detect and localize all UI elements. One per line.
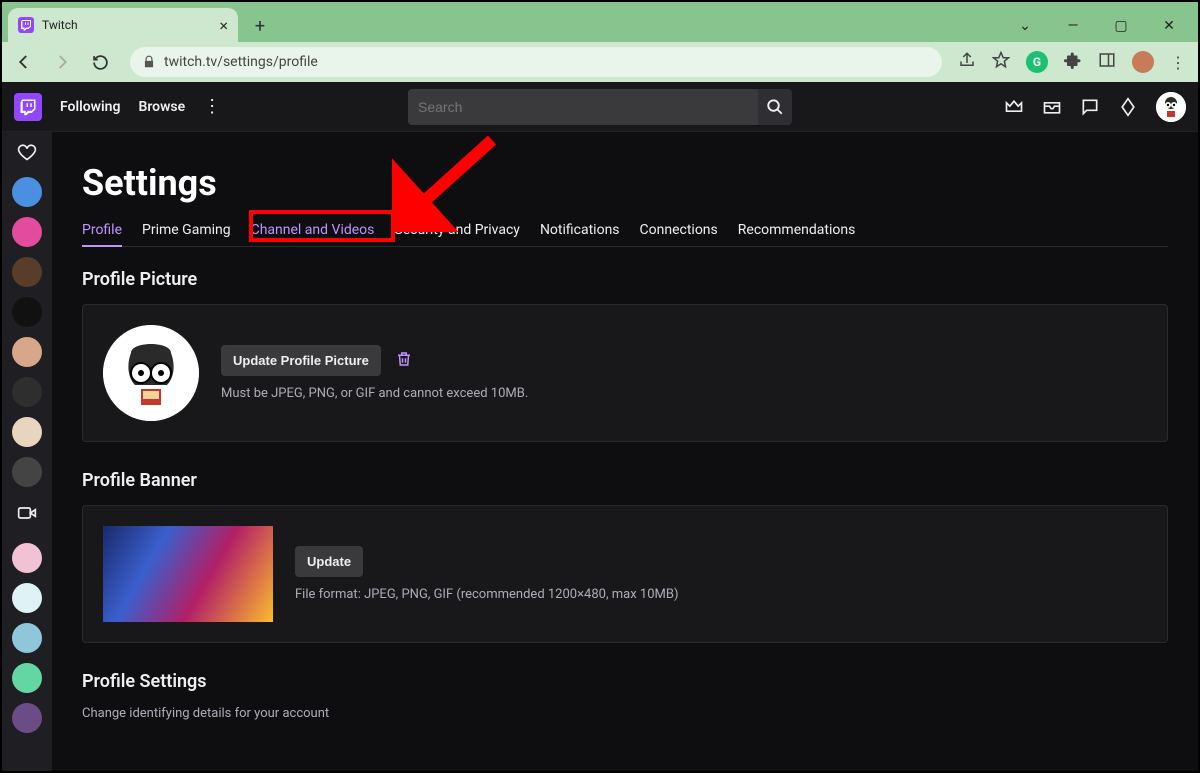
profile-picture-hint: Must be JPEG, PNG, or GIF and cannot exc…: [221, 386, 528, 401]
extensions-icon[interactable]: [1064, 51, 1082, 73]
channel-avatar[interactable]: [12, 257, 42, 287]
profile-picture-card: Update Profile Picture Must be JPEG, PNG…: [82, 304, 1168, 442]
channel-avatar[interactable]: [12, 417, 42, 447]
channel-avatar[interactable]: [12, 623, 42, 653]
minimize-icon[interactable]: —: [1060, 18, 1086, 34]
tab-prime-gaming[interactable]: Prime Gaming: [142, 222, 231, 246]
delete-picture-icon[interactable]: [395, 350, 413, 372]
share-icon[interactable]: [958, 51, 976, 73]
chevron-down-icon[interactable]: ⌄: [1012, 18, 1038, 34]
crown-icon[interactable]: [1004, 97, 1024, 117]
tab-title: Twitch: [42, 18, 78, 32]
section-profile-banner-title: Profile Banner: [82, 470, 1168, 491]
tab-profile[interactable]: Profile: [82, 222, 122, 246]
nav-following[interactable]: Following: [60, 99, 120, 115]
close-window-icon[interactable]: ✕: [1156, 18, 1182, 34]
reload-button[interactable]: [86, 48, 114, 76]
browser-tab-active[interactable]: Twitch ×: [8, 8, 238, 42]
profile-avatar-chrome[interactable]: [1132, 51, 1154, 73]
topnav-right: [1004, 92, 1186, 122]
grammarly-extension-icon[interactable]: G: [1026, 51, 1048, 73]
whispers-icon[interactable]: [1080, 97, 1100, 117]
close-tab-icon[interactable]: ×: [219, 16, 228, 35]
channel-avatar[interactable]: [12, 297, 42, 327]
chrome-menu-icon[interactable]: ⋮: [1170, 53, 1186, 72]
nav-browse[interactable]: Browse: [138, 99, 185, 115]
banner-preview: [103, 526, 273, 622]
forward-button[interactable]: [48, 48, 76, 76]
update-banner-button[interactable]: Update: [295, 546, 363, 577]
lock-icon: [142, 55, 156, 69]
browser-address-bar: twitch.tv/settings/profile G ⋮: [2, 42, 1198, 82]
url-box[interactable]: twitch.tv/settings/profile: [130, 47, 942, 77]
channel-avatar[interactable]: [12, 663, 42, 693]
channel-avatar[interactable]: [12, 543, 42, 573]
main-content: Settings Profile Prime Gaming Channel an…: [52, 132, 1198, 771]
tab-channel-and-videos[interactable]: Channel and Videos: [251, 222, 375, 246]
page-title: Settings: [82, 162, 1168, 204]
tab-recommendations[interactable]: Recommendations: [738, 222, 856, 246]
url-text: twitch.tv/settings/profile: [164, 54, 318, 70]
inbox-icon[interactable]: [1042, 97, 1062, 117]
heart-icon[interactable]: [17, 142, 37, 167]
search-input[interactable]: [408, 89, 758, 125]
nav-more-icon[interactable]: ⋮: [203, 96, 221, 117]
profile-banner-card: Update File format: JPEG, PNG, GIF (reco…: [82, 505, 1168, 643]
section-profile-picture-title: Profile Picture: [82, 269, 1168, 290]
bits-icon[interactable]: [1118, 97, 1138, 117]
channel-avatar[interactable]: [12, 217, 42, 247]
section-profile-settings-subtitle: Change identifying details for your acco…: [82, 706, 1168, 721]
browser-toolbar-right: G ⋮: [958, 51, 1190, 73]
search-wrap: [408, 89, 792, 125]
browser-chrome: Twitch × + ⌄ — ▢ ✕ twitch.tv/settings/pr…: [2, 2, 1198, 82]
channel-avatar[interactable]: [12, 377, 42, 407]
maximize-icon[interactable]: ▢: [1108, 18, 1134, 34]
settings-tabs: Profile Prime Gaming Channel and Videos …: [82, 222, 1168, 247]
channel-avatar[interactable]: [12, 583, 42, 613]
tab-security-and-privacy[interactable]: Security and Privacy: [394, 222, 520, 246]
bookmark-star-icon[interactable]: [992, 51, 1010, 73]
tab-notifications[interactable]: Notifications: [540, 222, 620, 246]
update-profile-picture-button[interactable]: Update Profile Picture: [221, 345, 381, 376]
window-controls: ⌄ — ▢ ✕: [1012, 18, 1198, 34]
channel-avatar[interactable]: [12, 337, 42, 367]
body-row: Settings Profile Prime Gaming Channel an…: [2, 132, 1198, 771]
side-panel-icon[interactable]: [1098, 51, 1116, 73]
twitch-topnav: Following Browse ⋮: [2, 82, 1198, 132]
twitch-favicon: [18, 17, 34, 33]
tab-connections[interactable]: Connections: [640, 222, 718, 246]
profile-picture-preview: [103, 325, 199, 421]
section-profile-settings-title: Profile Settings: [82, 671, 1168, 692]
back-button[interactable]: [10, 48, 38, 76]
browser-titlebar: Twitch × + ⌄ — ▢ ✕: [2, 2, 1198, 42]
app-root: Following Browse ⋮: [2, 82, 1198, 771]
camera-icon[interactable]: [17, 503, 37, 527]
twitch-logo[interactable]: [14, 93, 42, 121]
profile-banner-hint: File format: JPEG, PNG, GIF (recommended…: [295, 587, 678, 602]
channel-avatar[interactable]: [12, 703, 42, 733]
channel-avatar[interactable]: [12, 457, 42, 487]
left-sidebar: [2, 132, 52, 771]
new-tab-button[interactable]: +: [246, 12, 274, 40]
channel-avatar[interactable]: [12, 177, 42, 207]
search-button[interactable]: [758, 89, 792, 125]
user-avatar[interactable]: [1156, 92, 1186, 122]
